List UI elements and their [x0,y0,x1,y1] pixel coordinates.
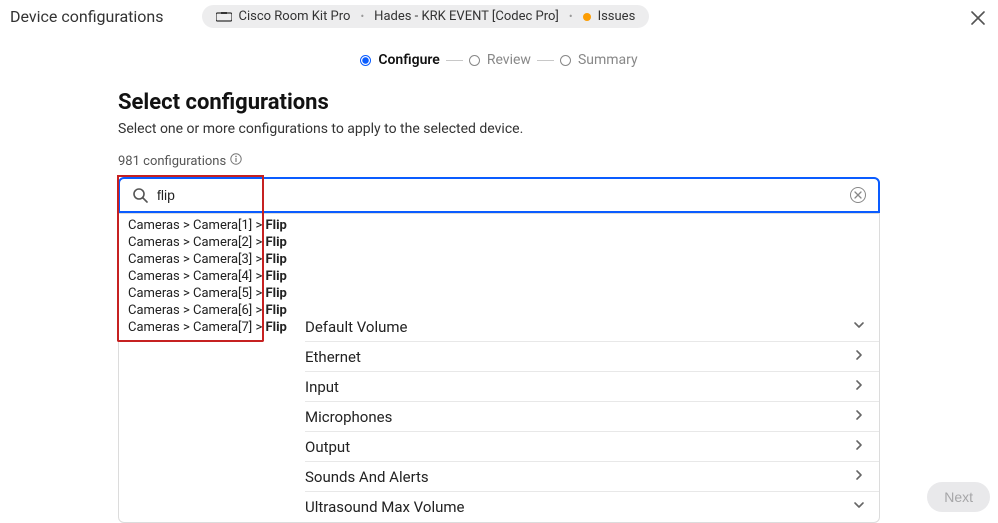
suggestion-item[interactable]: Cameras > Camera[6] > Flip [119,302,262,319]
step-radio-icon [560,55,571,66]
section-subheading: Select one or more configurations to app… [118,121,880,137]
search-icon [132,187,148,203]
suggestion-item[interactable]: Cameras > Camera[2] > Flip [119,234,262,251]
step-configure-label: Configure [378,52,439,68]
chevron-right-icon [853,349,865,365]
step-divider-2 [537,60,554,61]
suggestion-item[interactable]: Cameras > Camera[1] > Flip [119,217,262,234]
category-label: Ultrasound Max Volume [305,498,464,516]
search-suggestions-dropdown: Cameras > Camera[1] > FlipCameras > Came… [117,215,264,342]
chevron-right-icon [853,469,865,485]
close-icon [854,191,862,199]
category-label: Ethernet [305,348,361,366]
info-icon[interactable] [230,153,242,169]
chip-separator-1: • [360,10,364,23]
suggestion-item[interactable]: Cameras > Camera[4] > Flip [119,268,262,285]
device-status-label: Issues [598,9,636,24]
chevron-down-icon [853,499,865,515]
chevron-down-icon [853,319,865,335]
category-label: Default Volume [305,318,408,336]
search-field[interactable] [118,177,880,213]
device-status-chip: Issues [583,9,636,24]
step-review-label: Review [487,52,531,68]
chip-separator-2: • [569,10,573,23]
category-row[interactable]: Output [305,432,879,462]
stepper: Configure Review Summary [0,52,998,68]
category-label: Input [305,378,339,396]
close-icon [971,11,985,25]
device-chip-group: Cisco Room Kit Pro • Hades - KRK EVENT [… [202,5,650,28]
category-row[interactable]: Ethernet [305,342,879,372]
step-review: Review [469,52,531,68]
device-icon [216,12,232,22]
category-row[interactable]: Input [305,372,879,402]
category-label: Microphones [305,408,392,426]
suggestion-item[interactable]: Cameras > Camera[3] > Flip [119,251,262,268]
clear-search-button[interactable] [850,187,866,203]
step-radio-icon [469,55,480,66]
page-title: Device configurations [10,7,164,26]
status-dot-icon [583,13,591,21]
step-divider-1 [446,60,463,61]
close-button[interactable] [968,8,988,28]
section-heading: Select configurations [118,90,880,115]
device-model-label: Cisco Room Kit Pro [239,9,351,24]
step-summary: Summary [560,52,638,68]
step-summary-label: Summary [578,52,638,68]
suggestion-item[interactable]: Cameras > Camera[7] > Flip [119,319,262,336]
device-name-chip: Hades - KRK EVENT [Codec Pro] [374,9,559,24]
config-count-label: 981 configurations [118,154,226,169]
search-input[interactable] [157,187,841,203]
config-panel: Cameras > Camera[1] > FlipCameras > Came… [118,177,880,523]
suggestion-item[interactable]: Cameras > Camera[5] > Flip [119,285,262,302]
step-configure: Configure [360,52,439,68]
category-label: Sounds And Alerts [305,468,429,486]
device-model-chip: Cisco Room Kit Pro [216,9,351,24]
step-radio-active-icon [360,55,371,66]
category-row[interactable]: Default Volume [305,312,879,342]
chevron-right-icon [853,439,865,455]
category-row[interactable]: Microphones [305,402,879,432]
chevron-right-icon [853,379,865,395]
chevron-right-icon [853,409,865,425]
device-name-label: Hades - KRK EVENT [Codec Pro] [374,9,559,24]
category-label: Output [305,438,350,456]
category-list: Default Volume Ethernet Input Microphones Ou… [305,312,879,522]
next-button[interactable]: Next [927,482,990,512]
category-row[interactable]: Sounds And Alerts [305,462,879,492]
